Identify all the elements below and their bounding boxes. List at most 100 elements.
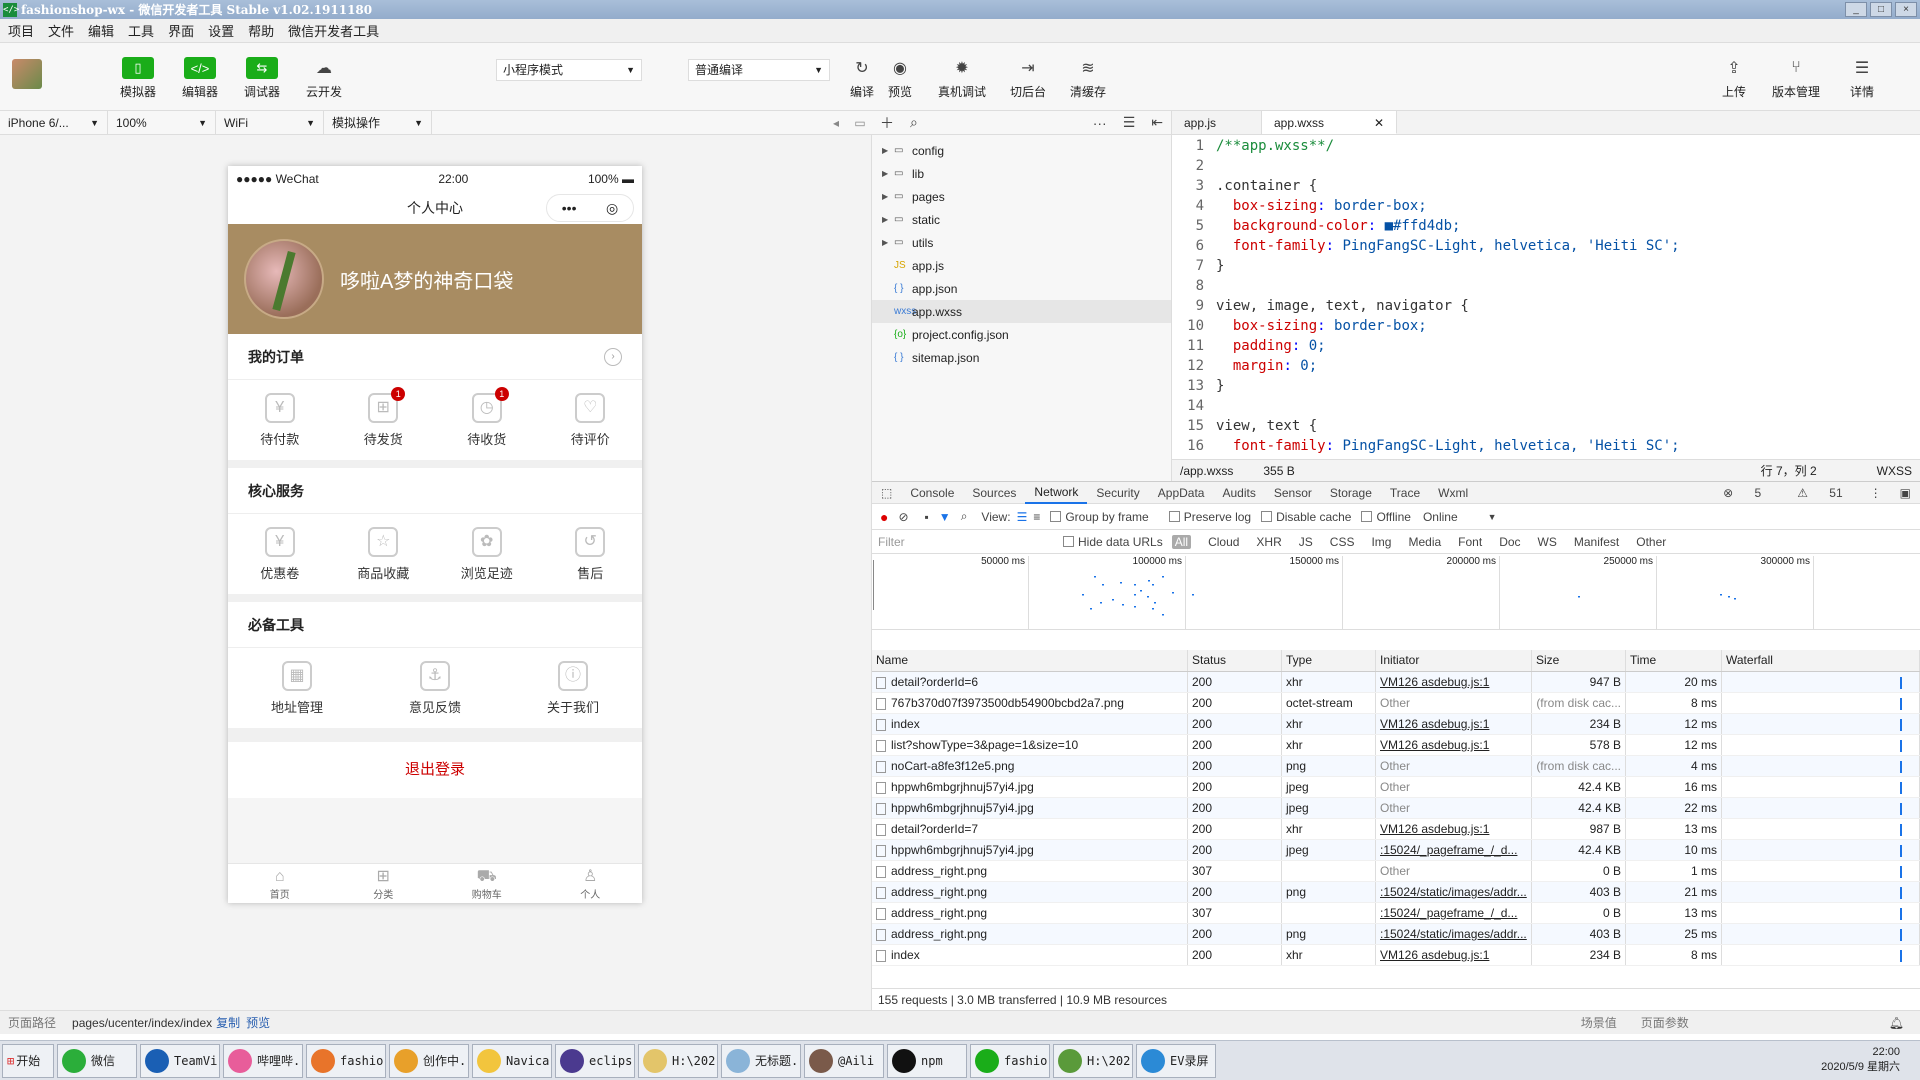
- table-row[interactable]: 767b370d07f3973500db54900bcbd2a7.png 200 o…: [872, 693, 1920, 714]
- devtools-tab-security[interactable]: Security: [1087, 486, 1148, 500]
- close-icon[interactable]: ✕: [1374, 116, 1384, 130]
- services-item[interactable]: ☆ 商品收藏: [332, 526, 436, 582]
- file-item[interactable]: {o} project.config.json: [872, 323, 1171, 346]
- group-checkbox[interactable]: [1050, 511, 1062, 522]
- mode-select[interactable]: 小程序模式 ▼: [496, 59, 642, 81]
- simulator-button[interactable]: ▯ 模拟器: [120, 57, 156, 100]
- chevron-right-icon[interactable]: ›: [604, 347, 622, 366]
- tab-bar-item[interactable]: ♙ 个人: [539, 864, 643, 903]
- column-header[interactable]: Size: [1532, 650, 1626, 671]
- background-button[interactable]: ⇥ 切后台: [1010, 57, 1046, 100]
- menu-interface[interactable]: 界面: [168, 21, 194, 40]
- copy-link[interactable]: 复制: [216, 1014, 240, 1031]
- close-target-icon[interactable]: ◎: [606, 192, 618, 224]
- filter-type-js[interactable]: JS: [1299, 535, 1313, 549]
- detach-icon[interactable]: ▭: [848, 116, 872, 130]
- expand-icon[interactable]: ▶: [882, 169, 894, 178]
- cache-checkbox[interactable]: [1261, 511, 1273, 522]
- menu-edit[interactable]: 编辑: [88, 21, 114, 40]
- filter-type-cloud[interactable]: Cloud: [1208, 535, 1239, 549]
- offline-checkbox[interactable]: [1361, 511, 1373, 522]
- column-header[interactable]: Name: [872, 650, 1188, 671]
- devtools-tab-wxml[interactable]: Wxml: [1429, 486, 1477, 500]
- preserve-checkbox[interactable]: [1168, 511, 1180, 522]
- devtools-tab-network[interactable]: Network: [1025, 482, 1088, 504]
- expand-icon[interactable]: ▶: [882, 192, 894, 201]
- clear-icon[interactable]: ⊘: [898, 510, 908, 524]
- search-icon[interactable]: ⌕: [961, 509, 968, 524]
- upload-button[interactable]: ⇪ 上传: [1718, 57, 1750, 100]
- taskbar-app[interactable]: eclips...: [555, 1043, 635, 1078]
- taskbar-app[interactable]: Navica...: [472, 1043, 552, 1078]
- services-item[interactable]: ↺ 售后: [539, 526, 643, 582]
- table-row[interactable]: address_right.png 307 Other 0 B1 ms: [872, 861, 1920, 882]
- taskbar-app[interactable]: 无标题...: [721, 1043, 801, 1078]
- tab-bar-item[interactable]: ⊞ 分类: [332, 864, 436, 903]
- devtools-tab-sources[interactable]: Sources: [963, 486, 1025, 500]
- device-select[interactable]: iPhone 6/... ▼: [0, 110, 108, 135]
- table-row[interactable]: index 200 xhr VM126 asdebug.js:1 234 B8 ms: [872, 945, 1920, 966]
- folder-item[interactable]: ▶ ▭ lib: [872, 162, 1171, 185]
- filter-type-doc[interactable]: Doc: [1499, 535, 1520, 549]
- waterfall-view-icon[interactable]: ≡: [1033, 510, 1040, 524]
- menu-devtools[interactable]: 微信开发者工具: [288, 21, 379, 40]
- file-item[interactable]: wxss app.wxss: [872, 300, 1171, 323]
- taskbar-app[interactable]: fashio...: [306, 1043, 386, 1078]
- mute-icon[interactable]: ◂: [824, 116, 848, 130]
- tab-app-js[interactable]: app.js: [1172, 111, 1262, 134]
- preview-button[interactable]: ◉ 预览: [884, 57, 916, 100]
- maximize-button[interactable]: □: [1870, 2, 1892, 17]
- devtools-tab-audits[interactable]: Audits: [1213, 486, 1264, 500]
- request-initiator[interactable]: VM126 asdebug.js:1: [1376, 714, 1532, 734]
- menu-help[interactable]: 帮助: [248, 21, 274, 40]
- file-item[interactable]: { } sitemap.json: [872, 346, 1171, 369]
- kebab-menu-icon[interactable]: ⋮: [1861, 486, 1891, 500]
- menu-file[interactable]: 文件: [48, 21, 74, 40]
- table-row[interactable]: detail?orderId=6 200 xhr VM126 asdebug.js:1…: [872, 672, 1920, 693]
- filter-type-css[interactable]: CSS: [1330, 535, 1355, 549]
- table-row[interactable]: hppwh6mbgrjhnuj57yi4.jpg 200 jpeg Other 42.4…: [872, 798, 1920, 819]
- table-row[interactable]: index 200 xhr VM126 asdebug.js:1 234 B 12 ms: [872, 714, 1920, 735]
- services-item[interactable]: ✿ 浏览足迹: [435, 526, 539, 582]
- taskbar-app[interactable]: TeamVi...: [140, 1043, 220, 1078]
- request-initiator[interactable]: VM126 asdebug.js:1: [1376, 945, 1532, 965]
- orders-item[interactable]: ⊞ 1 待发货: [332, 386, 436, 448]
- devtools-tab-console[interactable]: Console: [901, 486, 963, 500]
- tools-item[interactable]: ▦ 地址管理: [228, 660, 366, 716]
- table-row[interactable]: hppwh6mbgrjhnuj57yi4.jpg 200 jpeg Other 42.4…: [872, 777, 1920, 798]
- expand-icon[interactable]: ▶: [882, 146, 894, 155]
- details-button[interactable]: ☰ 详情: [1846, 57, 1878, 100]
- orders-item[interactable]: ♡ 待评价: [539, 392, 643, 448]
- expand-icon[interactable]: ▶: [882, 215, 894, 224]
- tab-bar-item[interactable]: ⛟ 购物车: [435, 864, 539, 903]
- column-header[interactable]: Time: [1626, 650, 1722, 671]
- dock-icon[interactable]: ▣: [1891, 486, 1920, 500]
- filter-type-ws[interactable]: WS: [1538, 535, 1557, 549]
- editor-button[interactable]: </> 编辑器: [182, 57, 218, 100]
- clear-cache-button[interactable]: ≋ 清缓存: [1070, 57, 1106, 100]
- tab-app-wxss[interactable]: app.wxss ✕: [1262, 111, 1398, 134]
- filter-type-font[interactable]: Font: [1458, 535, 1482, 549]
- start-button[interactable]: ⊞ 开始: [2, 1043, 54, 1078]
- filter-type-media[interactable]: Media: [1408, 535, 1441, 549]
- table-row[interactable]: address_right.png 200 png:15024/static/ima…: [872, 924, 1920, 945]
- filter-type-xhr[interactable]: XHR: [1256, 535, 1281, 549]
- filter-input[interactable]: Filter: [878, 535, 1054, 549]
- devtools-tab-storage[interactable]: Storage: [1321, 486, 1381, 500]
- table-row[interactable]: list?showType=3&page=1&size=10 200 xhr VM12…: [872, 735, 1920, 756]
- search-icon[interactable]: ⌕: [910, 114, 918, 131]
- preview-link[interactable]: 预览: [246, 1014, 270, 1031]
- add-icon[interactable]: ＋: [880, 113, 894, 133]
- request-initiator[interactable]: VM126 asdebug.js:1: [1376, 672, 1532, 692]
- user-avatar[interactable]: [12, 59, 42, 89]
- more-icon[interactable]: ···: [1093, 115, 1107, 131]
- expand-icon[interactable]: ▶: [882, 238, 894, 247]
- cloud-button[interactable]: ☁ 云开发: [306, 57, 342, 100]
- list-view-icon[interactable]: ☰: [1017, 510, 1028, 524]
- debugger-button[interactable]: ⇆ 调试器: [244, 57, 280, 100]
- taskbar-app[interactable]: H:\202...: [638, 1043, 718, 1078]
- devtools-tab-trace[interactable]: Trace: [1381, 486, 1429, 500]
- services-item[interactable]: ¥ 优惠卷: [228, 526, 332, 582]
- table-row[interactable]: hppwh6mbgrjhnuj57yi4.jpg 200 jpeg:15024/_p…: [872, 840, 1920, 861]
- filter-type-img[interactable]: Img: [1371, 535, 1391, 549]
